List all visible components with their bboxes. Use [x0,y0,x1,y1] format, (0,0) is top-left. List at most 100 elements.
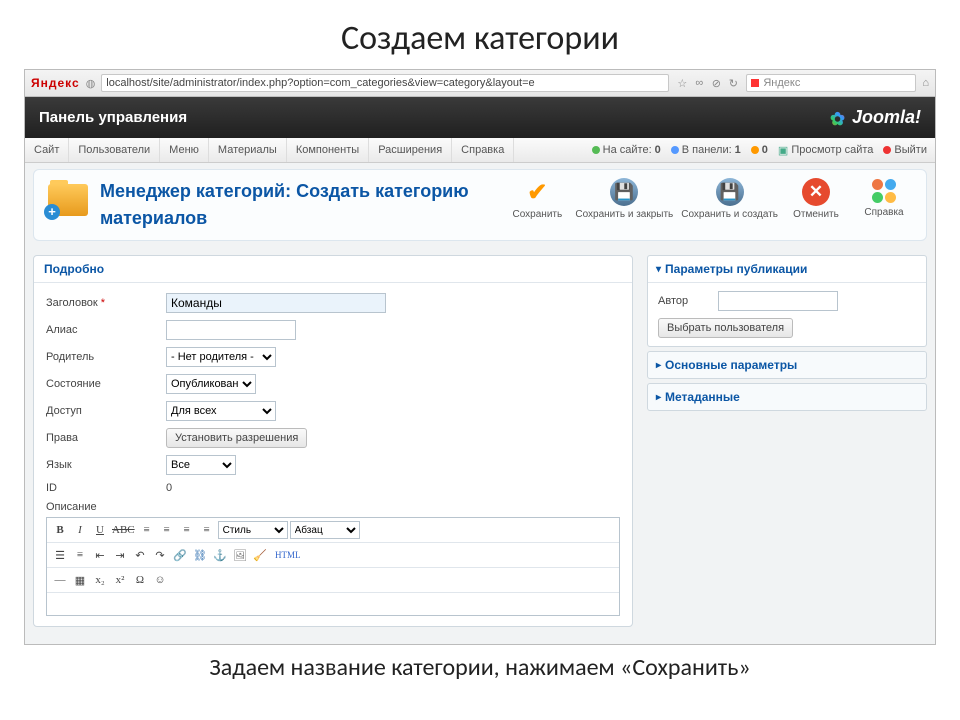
admin-title: Панель управления [39,109,187,126]
publishing-panel-header[interactable]: Параметры публикации [648,256,926,283]
title-input[interactable] [166,293,386,313]
select-user-button[interactable]: Выбрать пользователя [658,318,793,338]
yandex-logo: Яндекс [31,76,80,90]
lang-select[interactable]: Все [166,455,236,475]
bullet-list-button[interactable]: ☰ [51,546,69,564]
underline-button[interactable]: U [91,521,109,539]
char-button[interactable]: Ω [131,571,149,589]
editor-toolbar-2: ☰ ≡ ⇤ ⇥ ↶ ↷ 🔗 ⛓ ⚓ 🖼 🧹 [47,543,619,568]
save-new-label: Сохранить и создать [681,209,778,220]
clean-button[interactable]: 🧹 [251,546,269,564]
reload-icon[interactable]: ↻ [726,76,740,90]
align-center-button[interactable]: ≡ [158,521,176,539]
indent-button[interactable]: ⇥ [111,546,129,564]
link-button[interactable]: 🔗 [171,546,189,564]
align-justify-button[interactable]: ≡ [198,521,216,539]
link-icon[interactable]: ∞ [692,76,706,90]
joomla-logo: Joomla! [830,107,921,128]
editor: B I U ABC ≡ ≡ ≡ ≡ Стиль Абзац [46,517,620,616]
save-icon [610,178,638,206]
author-label: Автор [658,295,718,307]
parent-label: Родитель [46,351,166,363]
access-label: Доступ [46,405,166,417]
help-button[interactable]: Справка [854,178,914,220]
align-left-button[interactable]: ≡ [138,521,156,539]
align-right-button[interactable]: ≡ [178,521,196,539]
id-value: 0 [166,482,172,494]
alias-label: Алиас [46,324,166,336]
menu-menus[interactable]: Меню [160,138,209,162]
author-input[interactable] [718,291,838,311]
mail-icon [751,146,759,154]
save-close-button[interactable]: Сохранить и закрыть [575,178,673,220]
stop-icon[interactable]: ⊘ [709,76,723,90]
menu-help[interactable]: Справка [452,138,514,162]
onsite-count: На сайте: 0 [592,144,661,156]
outdent-button[interactable]: ⇤ [91,546,109,564]
id-label: ID [46,482,166,494]
metadata-panel-header[interactable]: Метаданные [648,384,926,410]
number-list-button[interactable]: ≡ [71,546,89,564]
table-button[interactable]: ▦ [71,571,89,589]
yandex-icon [751,79,759,87]
image-button[interactable]: 🖼 [231,546,249,564]
slide-title: Создаем категории [0,0,960,69]
joomla-flower-icon [830,109,848,127]
search-placeholder: Яндекс [763,77,800,89]
redo-button[interactable]: ↷ [151,546,169,564]
details-panel-title: Подробно [34,256,632,283]
italic-button[interactable]: I [71,521,89,539]
content-area: + Менеджер категорий: Создать категорию … [25,163,935,644]
hr-button[interactable]: — [51,571,69,589]
joomla-logo-text: Joomla! [852,107,921,128]
strike-button[interactable]: ABC [111,521,136,539]
menu-users[interactable]: Пользователи [69,138,160,162]
emoticon-button[interactable]: ☺ [151,571,169,589]
menu-content[interactable]: Материалы [209,138,287,162]
menu-site[interactable]: Сайт [25,138,69,162]
browser-frame: Яндекс ◍ localhost/site/administrator/in… [24,69,936,645]
page-title: Менеджер категорий: Создать категорию ма… [100,178,469,232]
set-permissions-button[interactable]: Установить разрешения [166,428,307,448]
anchor-button[interactable]: ⚓ [211,546,229,564]
save-label: Сохранить [513,209,563,220]
bold-button[interactable]: B [51,521,69,539]
preview-icon: ▣ [778,144,788,157]
home-icon[interactable]: ⌂ [922,77,929,89]
metadata-panel: Метаданные [647,383,927,411]
access-select[interactable]: Для всех [166,401,276,421]
superscript-button[interactable]: x² [111,571,129,589]
save-close-label: Сохранить и закрыть [575,209,673,220]
title-label: Заголовок * [46,297,166,309]
menu-extensions[interactable]: Расширения [369,138,452,162]
alias-input[interactable] [166,320,296,340]
cancel-icon [802,178,830,206]
state-select[interactable]: Опубликовано [166,374,256,394]
preview-link[interactable]: ▣Просмотр сайта [778,144,874,157]
undo-button[interactable]: ↶ [131,546,149,564]
paragraph-select[interactable]: Абзац [290,521,360,539]
toolbar-actions: Сохранить Сохранить и закрыть Сохранить … [507,178,914,220]
save-button[interactable]: Сохранить [507,178,567,220]
logout-link[interactable]: Выйти [883,144,927,156]
subscript-button[interactable]: x₂ [91,571,109,589]
unlink-button[interactable]: ⛓ [191,546,209,564]
cancel-button[interactable]: Отменить [786,178,846,220]
check-icon [523,178,551,206]
search-input[interactable]: Яндекс [746,74,916,92]
basic-panel-header[interactable]: Основные параметры [648,352,926,378]
panel-count: В панели: 1 [671,144,741,156]
save-new-button[interactable]: Сохранить и создать [681,178,778,220]
cancel-label: Отменить [793,209,839,220]
style-select[interactable]: Стиль [218,521,288,539]
menu-components[interactable]: Компоненты [287,138,369,162]
status-bar: На сайте: 0 В панели: 1 0 ▣Просмотр сайт… [584,138,935,162]
html-button[interactable]: HTML [271,546,305,564]
editor-textarea[interactable] [47,593,619,615]
help-icon [871,178,897,204]
help-label: Справка [864,207,903,218]
globe-icon: ◍ [86,77,96,90]
parent-select[interactable]: - Нет родителя - [166,347,276,367]
star-icon[interactable]: ☆ [675,76,689,90]
url-input[interactable]: localhost/site/administrator/index.php?o… [101,74,669,92]
